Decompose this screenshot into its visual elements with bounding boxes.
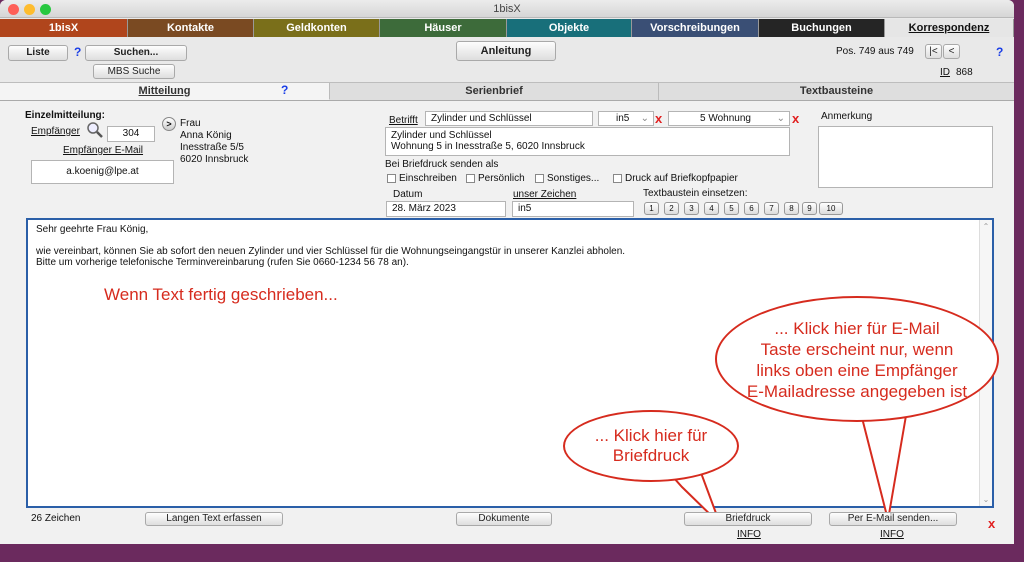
character-count: 26 Zeichen <box>31 513 81 524</box>
dokumente-button[interactable]: Dokumente <box>456 512 552 526</box>
callout-line: Taste erscheint nur, wenn <box>760 340 954 359</box>
callout-line: ... Klick hier für E-Mail <box>774 319 940 338</box>
briefdruck-info-link[interactable]: INFO <box>737 529 761 540</box>
annotation-arrows <box>663 400 910 525</box>
callout-line: Briefdruck <box>612 446 690 465</box>
callout-line: E-Mailadresse angegeben ist <box>746 382 968 401</box>
email-info-link[interactable]: INFO <box>880 529 904 540</box>
close-x-icon[interactable]: x <box>988 516 995 531</box>
email-send-button[interactable]: Per E-Mail senden... <box>829 512 957 526</box>
app-window: 1bisX 1bisX Kontakte Geldkonten Häuser Objek… <box>0 0 1014 544</box>
langen-text-button[interactable]: Langen Text erfassen <box>145 512 283 526</box>
callout-line: links oben eine Empfänger <box>756 361 958 380</box>
callout-email-text: ... Klick hier für E-Mail Taste erschein… <box>715 318 999 402</box>
callout-line: ... Klick hier für <box>594 426 708 445</box>
callout-briefdruck-text: ... Klick hier für Briefdruck <box>563 426 739 466</box>
briefdruck-button[interactable]: Briefdruck <box>684 512 812 526</box>
